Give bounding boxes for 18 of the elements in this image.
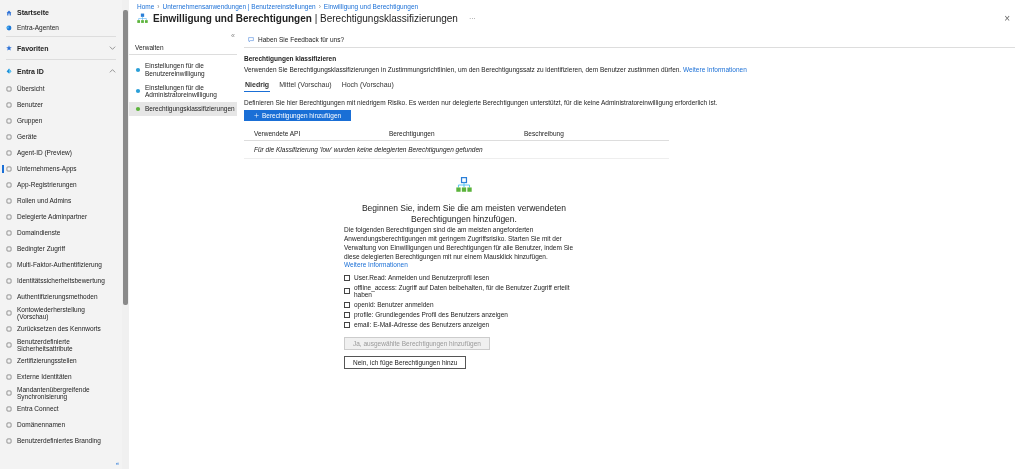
plus-icon (254, 113, 259, 118)
checkbox[interactable] (344, 274, 350, 281)
chevron-icon (109, 69, 116, 73)
home-icon (6, 9, 12, 16)
hierarchy-icon (456, 177, 472, 193)
feedback-icon (248, 36, 254, 43)
checkbox[interactable] (344, 288, 350, 295)
checkbox[interactable] (344, 301, 350, 308)
hierarchy-icon (137, 13, 148, 24)
chevron-icon (109, 46, 116, 50)
empty-state-heading: Beginnen Sie, indem Sie die am meisten verwendeten Berechtigungen hinzufügen. (360, 203, 568, 225)
diamond-icon (6, 68, 12, 74)
checkbox[interactable] (344, 311, 350, 318)
checkbox[interactable] (344, 321, 350, 328)
scrollbar[interactable] (122, 0, 129, 469)
page-title: Einwilligung und Berechtigungen | Berechtigungsklassifizierungen (153, 13, 458, 24)
star-icon (6, 45, 12, 51)
close-button[interactable]: × (998, 13, 1016, 24)
